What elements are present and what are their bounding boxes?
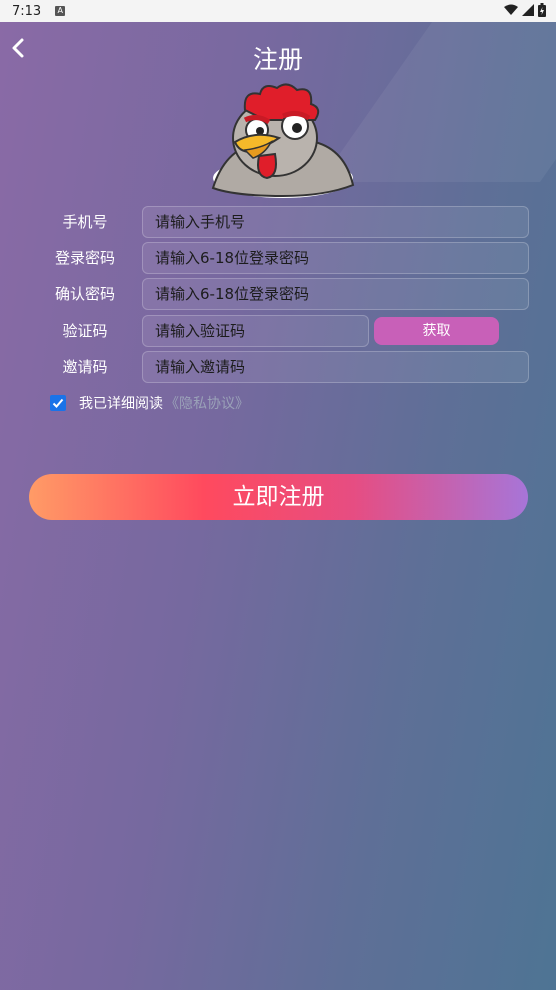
notification-icon: A: [55, 6, 66, 16]
confirm-password-row: 确认密码 请输入6-18位登录密码: [0, 278, 556, 310]
confirm-password-label: 确认密码: [54, 285, 115, 303]
agreement-row: 我已详细阅读 《隐私协议》: [50, 393, 249, 413]
get-code-button[interactable]: 获取: [374, 317, 499, 345]
phone-row: 手机号 请输入手机号: [0, 206, 556, 238]
wifi-icon: [504, 4, 518, 15]
phone-label: 手机号: [62, 213, 108, 231]
code-label: 验证码: [62, 322, 108, 340]
password-row: 登录密码 请输入6-18位登录密码: [0, 242, 556, 274]
invite-row: 邀请码 请输入邀请码: [0, 351, 556, 383]
battery-icon: [538, 3, 546, 17]
rooster-mascot-icon: [211, 83, 355, 198]
privacy-policy-link[interactable]: 《隐私协议》: [165, 393, 249, 413]
confirm-password-input[interactable]: 请输入6-18位登录密码: [142, 278, 529, 310]
password-label: 登录密码: [54, 249, 115, 267]
signal-icon: [522, 4, 534, 16]
code-row: 验证码 请输入验证码 获取: [0, 315, 556, 347]
agreement-text: 我已详细阅读: [79, 396, 163, 412]
code-input[interactable]: 请输入验证码: [142, 315, 369, 347]
status-bar: 7:13 A: [0, 0, 556, 22]
status-time: 7:13: [12, 3, 42, 19]
agreement-checkbox[interactable]: [50, 395, 66, 411]
register-button[interactable]: 立即注册: [29, 474, 528, 520]
password-input[interactable]: 请输入6-18位登录密码: [142, 242, 529, 274]
invite-input[interactable]: 请输入邀请码: [142, 351, 529, 383]
invite-label: 邀请码: [62, 358, 108, 376]
phone-input[interactable]: 请输入手机号: [142, 206, 529, 238]
page-title: 注册: [252, 45, 303, 74]
status-icons: [504, 3, 546, 17]
